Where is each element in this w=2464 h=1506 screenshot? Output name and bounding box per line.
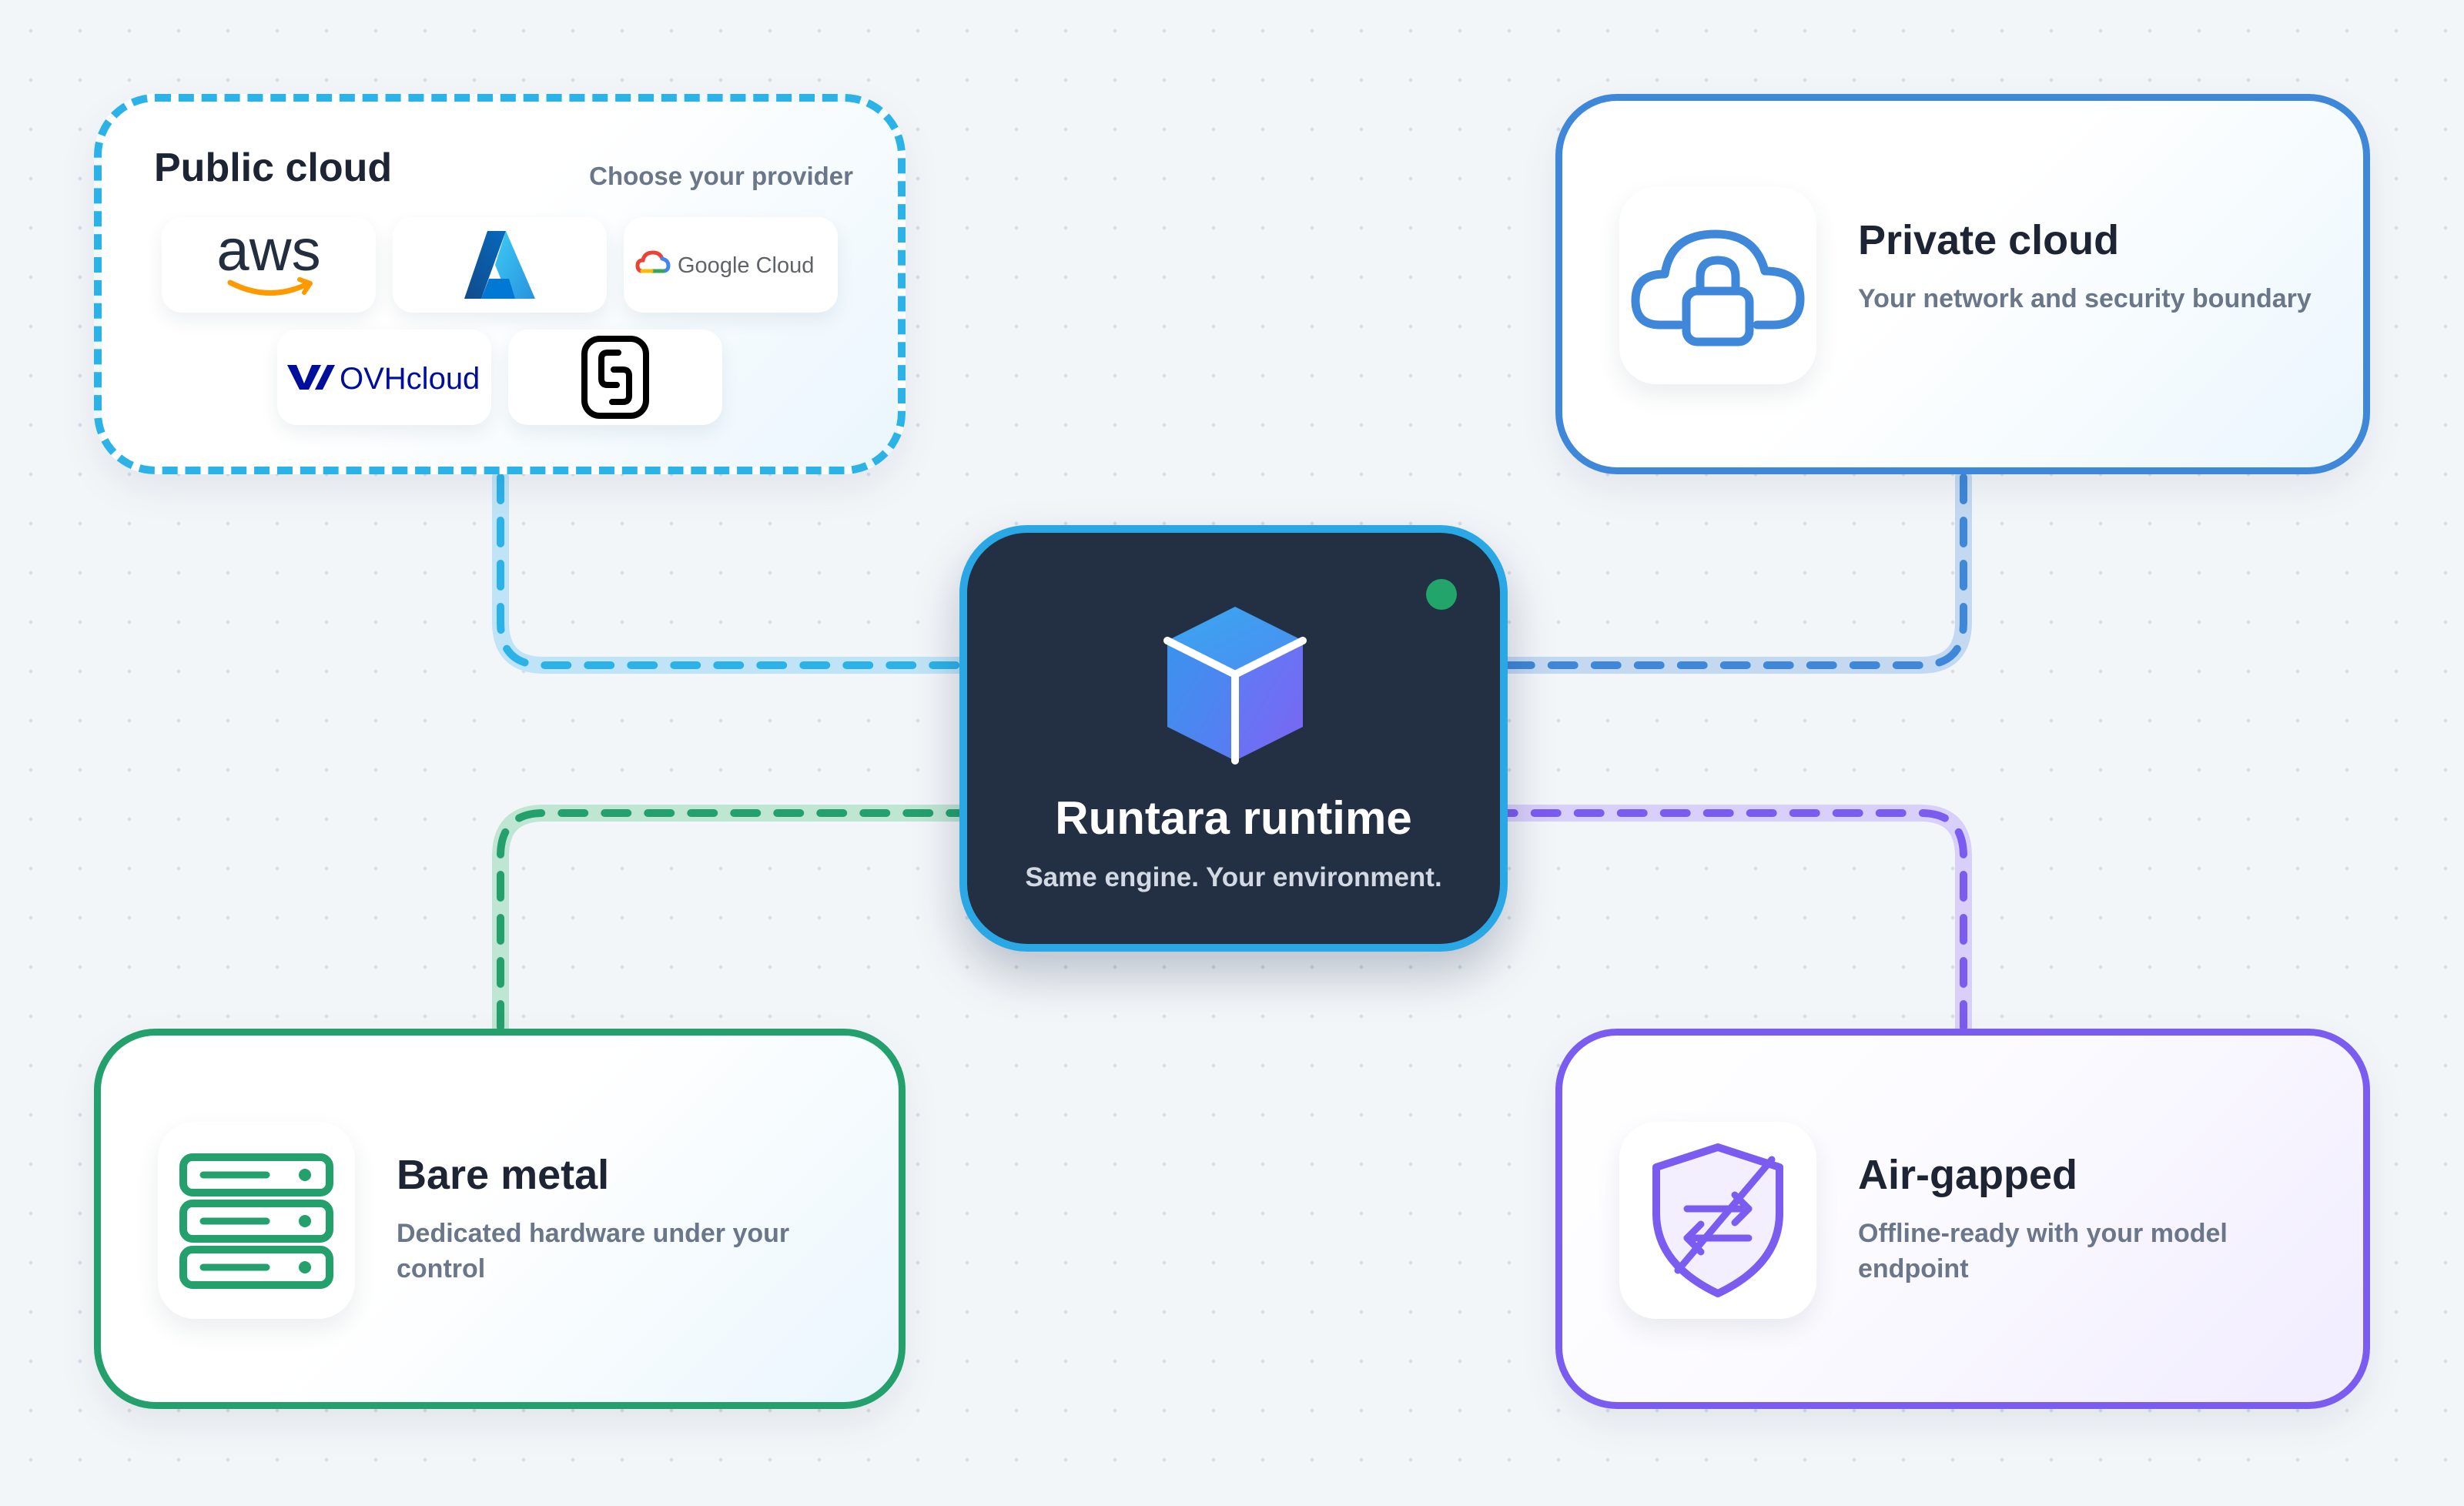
ovhcloud-logo-icon: OVHcloud — [287, 362, 480, 396]
public-cloud-title: Public cloud — [154, 146, 393, 190]
cube-icon — [1163, 607, 1307, 765]
provider-aws-tile[interactable]: aws — [162, 217, 376, 313]
provider-google-cloud-tile[interactable]: Google Cloud — [624, 217, 838, 313]
aws-logo-text: aws — [216, 223, 320, 283]
air-gapped-icon-box — [1619, 1122, 1816, 1319]
connector-public-cloud — [492, 469, 969, 674]
google-cloud-logo-text: Google Cloud — [678, 253, 814, 278]
bare-metal-card[interactable]: Bare metal Dedicated hardware under your… — [94, 1029, 906, 1409]
scaleway-logo-icon — [581, 336, 649, 419]
air-gapped-subtitle: Offline-ready with your model endpoint — [1858, 1219, 2228, 1283]
runtime-subtitle: Same engine. Your environment. — [1025, 862, 1442, 892]
air-gapped-card[interactable]: Air-gapped Offline-ready with your model… — [1555, 1029, 2370, 1409]
connector-air-gapped — [1498, 805, 1972, 1036]
public-cloud-card[interactable]: Public cloud Choose your provider aws Go… — [94, 94, 906, 474]
server-rack-icon — [179, 1153, 333, 1289]
google-cloud-logo-icon: Google Cloud — [635, 250, 814, 278]
connector-private-cloud — [1498, 469, 1972, 674]
cloud-lock-icon — [1631, 229, 1805, 346]
provider-ovhcloud-tile[interactable]: OVHcloud — [277, 330, 491, 425]
private-cloud-subtitle: Your network and security boundary — [1858, 284, 2312, 313]
azure-logo-icon — [464, 231, 535, 299]
air-gapped-title: Air-gapped — [1858, 1152, 2078, 1198]
runtime-title: Runtara runtime — [1055, 792, 1412, 844]
bare-metal-title: Bare metal — [397, 1152, 610, 1198]
choose-provider-hint: Choose your provider — [589, 162, 853, 190]
bare-metal-icon-box — [158, 1122, 355, 1319]
private-cloud-icon-box — [1619, 187, 1816, 384]
provider-azure-tile[interactable] — [393, 217, 607, 313]
provider-scaleway-tile[interactable] — [508, 330, 722, 425]
bare-metal-subtitle: Dedicated hardware under your control — [397, 1219, 790, 1283]
connector-bare-metal — [492, 805, 969, 1036]
ovhcloud-logo-text: OVHcloud — [340, 362, 480, 396]
shield-no-connection-icon — [1652, 1143, 1783, 1297]
private-cloud-card[interactable]: Private cloud Your network and security … — [1555, 94, 2370, 474]
runtime-node[interactable]: Runtara runtime Same engine. Your enviro… — [959, 525, 1508, 952]
private-cloud-title: Private cloud — [1858, 217, 2120, 263]
status-dot — [1426, 579, 1457, 610]
aws-logo-icon: aws — [216, 223, 321, 296]
